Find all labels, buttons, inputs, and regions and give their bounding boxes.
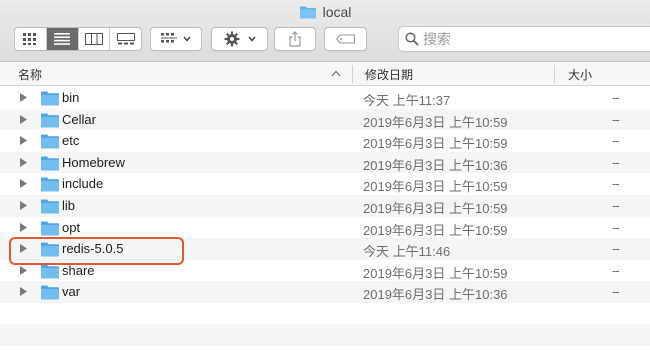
- search-input[interactable]: [423, 31, 623, 47]
- tag-icon: [335, 34, 355, 44]
- column-header-modified-label: 修改日期: [365, 67, 414, 82]
- list-view-icon: [54, 33, 71, 45]
- file-modified-date: 2019年6月3日 上午10:59: [363, 114, 508, 130]
- file-size: --: [612, 262, 620, 278]
- folder-icon: [41, 264, 59, 279]
- disclosure-triangle-icon[interactable]: [19, 92, 28, 103]
- window-title: local: [0, 2, 650, 22]
- share-icon: [289, 31, 301, 47]
- disclosure-triangle-icon[interactable]: [19, 157, 28, 168]
- disclosure-triangle-icon[interactable]: [19, 114, 28, 125]
- file-name: Homebrew: [62, 154, 125, 170]
- file-modified-date: 2019年6月3日 上午10:36: [363, 287, 508, 303]
- chevron-down-icon: [247, 36, 256, 42]
- title-bar: local: [0, 0, 650, 62]
- file-name: opt: [62, 219, 81, 235]
- file-size: --: [612, 133, 620, 149]
- tag-button[interactable]: [324, 27, 367, 51]
- file-list: bin 今天 上午11:37 -- Cellar 2019年6月3日 上午10:59 --…: [0, 87, 650, 303]
- search-icon: [405, 32, 419, 46]
- file-row[interactable]: Homebrew 2019年6月3日 上午10:36 --: [0, 151, 650, 174]
- icon-view-button[interactable]: [15, 28, 47, 50]
- file-modified-date: 2019年6月3日 上午10:59: [363, 200, 508, 216]
- file-modified-date: 今天 上午11:46: [363, 244, 451, 260]
- column-view-button[interactable]: [79, 28, 111, 50]
- file-row[interactable]: opt 2019年6月3日 上午10:59 --: [0, 217, 650, 239]
- file-modified-date: 2019年6月3日 上午10:59: [363, 265, 508, 281]
- file-row[interactable]: Cellar 2019年6月3日 上午10:59 --: [0, 108, 650, 131]
- folder-icon: [41, 91, 59, 106]
- folder-icon: [299, 6, 316, 19]
- file-name: share: [62, 262, 95, 278]
- file-name: include: [62, 176, 104, 192]
- action-menu-button[interactable]: [211, 27, 268, 51]
- file-row[interactable]: lib 2019年6月3日 上午10:59 --: [0, 194, 650, 217]
- column-header-name[interactable]: 名称: [18, 62, 42, 86]
- file-size: --: [612, 241, 620, 257]
- column-header-size[interactable]: 大小: [568, 62, 592, 86]
- folder-icon: [41, 221, 59, 236]
- folder-icon: [41, 156, 59, 171]
- disclosure-triangle-icon[interactable]: [19, 222, 28, 233]
- file-modified-date: 今天 上午11:37: [363, 93, 451, 108]
- file-name: var: [62, 284, 81, 300]
- file-size: --: [612, 197, 620, 213]
- column-header-modified[interactable]: 修改日期: [365, 62, 413, 86]
- column-header-name-label: 名称: [18, 67, 43, 82]
- gallery-view-button[interactable]: [110, 28, 141, 50]
- file-size: --: [612, 90, 620, 105]
- folder-icon: [41, 285, 59, 300]
- empty-list-area: [0, 303, 650, 350]
- disclosure-triangle-icon[interactable]: [19, 178, 28, 189]
- file-size: --: [612, 176, 620, 192]
- file-name: redis-5.0.5: [62, 241, 124, 257]
- folder-icon: [41, 134, 59, 149]
- file-name: lib: [62, 197, 76, 213]
- folder-icon: [41, 199, 59, 214]
- file-row[interactable]: redis-5.0.5 今天 上午11:46 --: [0, 238, 650, 260]
- file-row[interactable]: var 2019年6月3日 上午10:36 --: [0, 281, 650, 303]
- view-mode-switcher[interactable]: [14, 27, 142, 51]
- disclosure-triangle-icon[interactable]: [19, 135, 28, 146]
- disclosure-triangle-icon[interactable]: [19, 265, 28, 276]
- file-size: --: [612, 111, 620, 127]
- file-modified-date: 2019年6月3日 上午10:59: [363, 179, 508, 195]
- share-button[interactable]: [274, 27, 316, 51]
- disclosure-triangle-icon[interactable]: [19, 243, 28, 254]
- file-name: Cellar: [62, 111, 96, 127]
- folder-icon: [41, 177, 59, 192]
- search-field[interactable]: [398, 26, 650, 52]
- icon-view-icon: [23, 33, 37, 45]
- file-row[interactable]: share 2019年6月3日 上午10:59 --: [0, 260, 650, 282]
- sort-ascending-icon: [331, 70, 341, 77]
- window-title-text: local: [322, 4, 352, 20]
- file-name: etc: [62, 133, 80, 149]
- gear-icon: [224, 31, 239, 47]
- file-size: --: [612, 284, 620, 300]
- list-view-button[interactable]: [46, 28, 79, 50]
- file-size: --: [612, 154, 620, 170]
- folder-icon: [41, 113, 59, 128]
- gallery-view-icon: [116, 33, 135, 45]
- file-row[interactable]: bin 今天 上午11:37 --: [0, 87, 650, 109]
- file-modified-date: 2019年6月3日 上午10:59: [363, 222, 508, 238]
- column-divider[interactable]: [554, 65, 555, 83]
- file-row[interactable]: include 2019年6月3日 上午10:59 --: [0, 173, 650, 195]
- file-size: --: [612, 219, 620, 235]
- group-by-icon: [161, 33, 177, 43]
- column-view-icon: [84, 33, 103, 45]
- disclosure-triangle-icon[interactable]: [19, 286, 28, 297]
- file-modified-date: 2019年6月3日 上午10:36: [363, 157, 508, 173]
- folder-icon: [41, 242, 59, 257]
- column-divider[interactable]: [352, 65, 353, 83]
- disclosure-triangle-icon[interactable]: [19, 200, 28, 211]
- column-header-size-label: 大小: [568, 67, 593, 82]
- chevron-down-icon: [183, 36, 191, 42]
- group-by-button[interactable]: [150, 27, 202, 51]
- file-name: bin: [62, 90, 80, 105]
- file-modified-date: 2019年6月3日 上午10:59: [363, 136, 508, 152]
- column-header-bar: 名称 修改日期 大小: [0, 62, 650, 86]
- file-row[interactable]: etc 2019年6月3日 上午10:59 --: [0, 130, 650, 152]
